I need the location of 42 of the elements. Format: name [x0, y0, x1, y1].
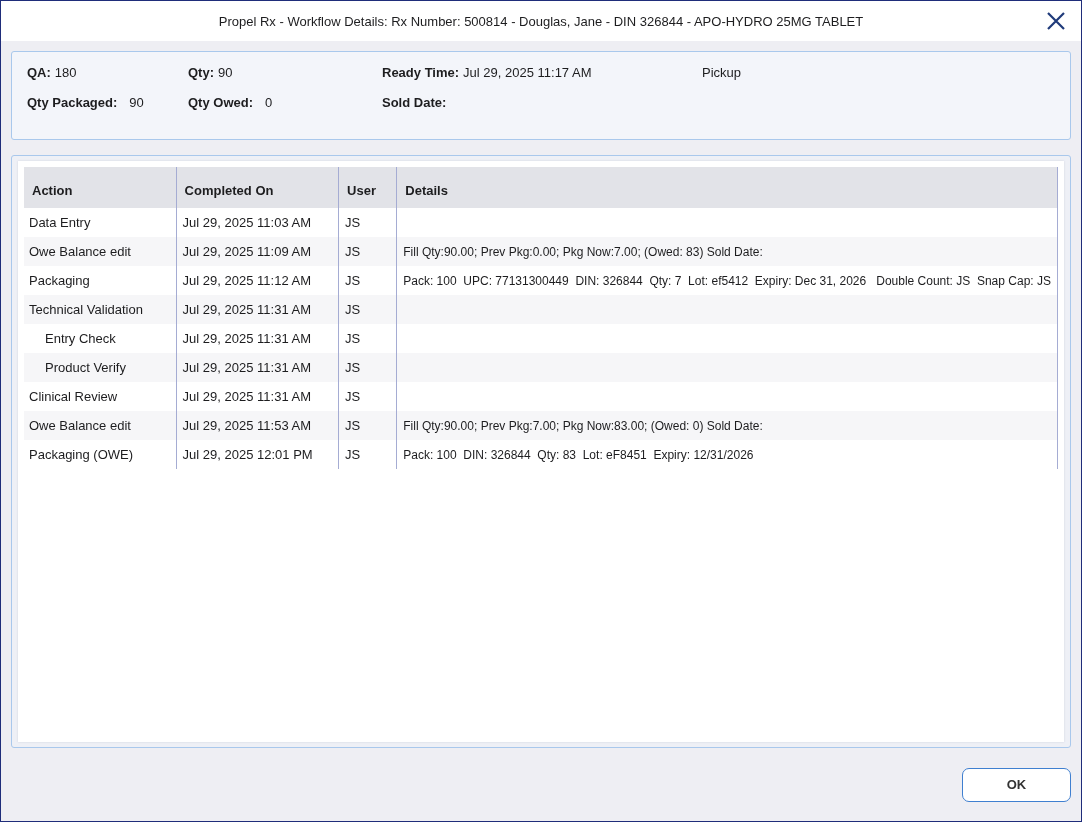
close-icon	[1046, 11, 1066, 31]
table-cell: Jul 29, 2025 11:31 AM	[176, 295, 339, 324]
table-cell: Data Entry	[24, 208, 177, 237]
table-cell: Clinical Review	[24, 382, 177, 411]
column-header[interactable]: Action	[24, 167, 177, 208]
table-cell: JS	[338, 353, 397, 382]
table-cell: JS	[338, 295, 397, 324]
column-header[interactable]: Completed On	[176, 167, 339, 208]
column-header[interactable]: Details	[396, 167, 1058, 208]
table-cell: Pack: 100 DIN: 326844 Qty: 83 Lot: eF8451 Expiry: 12/31/2026	[396, 440, 1058, 469]
field-label: Ready Time:	[382, 64, 460, 80]
field-label: QA:	[27, 64, 51, 80]
window-title: Propel Rx - Workflow Details: Rx Number: 500814 - Douglas, Jane - DIN 326844 - APO-HYDRO 25MG TABLET	[218, 13, 864, 29]
table-cell: Jul 29, 2025 11:53 AM	[176, 411, 339, 440]
table-cell: Jul 29, 2025 11:31 AM	[176, 353, 339, 382]
field-value: 180	[54, 64, 77, 80]
table-cell: Product Verify	[24, 353, 177, 382]
table-cell: Entry Check	[24, 324, 177, 353]
field-value: Jul 29, 2025 11:17 AM	[463, 64, 592, 80]
table-cell: Owe Balance edit	[24, 237, 177, 266]
table-cell: JS	[338, 237, 397, 266]
ok-button[interactable]: OK	[962, 767, 1071, 802]
table-cell: Fill Qty:90.00; Prev Pkg:0.00; Pkg Now:7.00; (Owed: 83) Sold Date:	[396, 237, 1058, 266]
field-label: Qty:	[188, 64, 214, 80]
field-value: 90	[129, 94, 144, 110]
table-cell: Technical Validation	[24, 295, 177, 324]
field-value: 0	[265, 94, 273, 110]
table-cell: Jul 29, 2025 12:01 PM	[176, 440, 339, 469]
table-cell: Jul 29, 2025 11:09 AM	[176, 237, 339, 266]
table-cell: Packaging (OWE)	[24, 440, 177, 469]
field-value: 90	[218, 64, 233, 80]
table-cell: Owe Balance edit	[24, 411, 177, 440]
close-button[interactable]	[1045, 10, 1067, 32]
column-header[interactable]: User	[338, 167, 397, 208]
field-label: Qty Packaged:	[27, 94, 118, 110]
table-cell: JS	[338, 440, 397, 469]
field-label: Sold Date:	[382, 94, 447, 110]
table-cell: JS	[338, 411, 397, 440]
field-value: Pickup	[702, 64, 742, 80]
table-cell: Fill Qty:90.00; Prev Pkg:7.00; Pkg Now:83.00; (Owed: 0) Sold Date:	[396, 411, 1058, 440]
table-cell: Packaging	[24, 266, 177, 295]
field-label: Qty Owed:	[188, 94, 253, 110]
